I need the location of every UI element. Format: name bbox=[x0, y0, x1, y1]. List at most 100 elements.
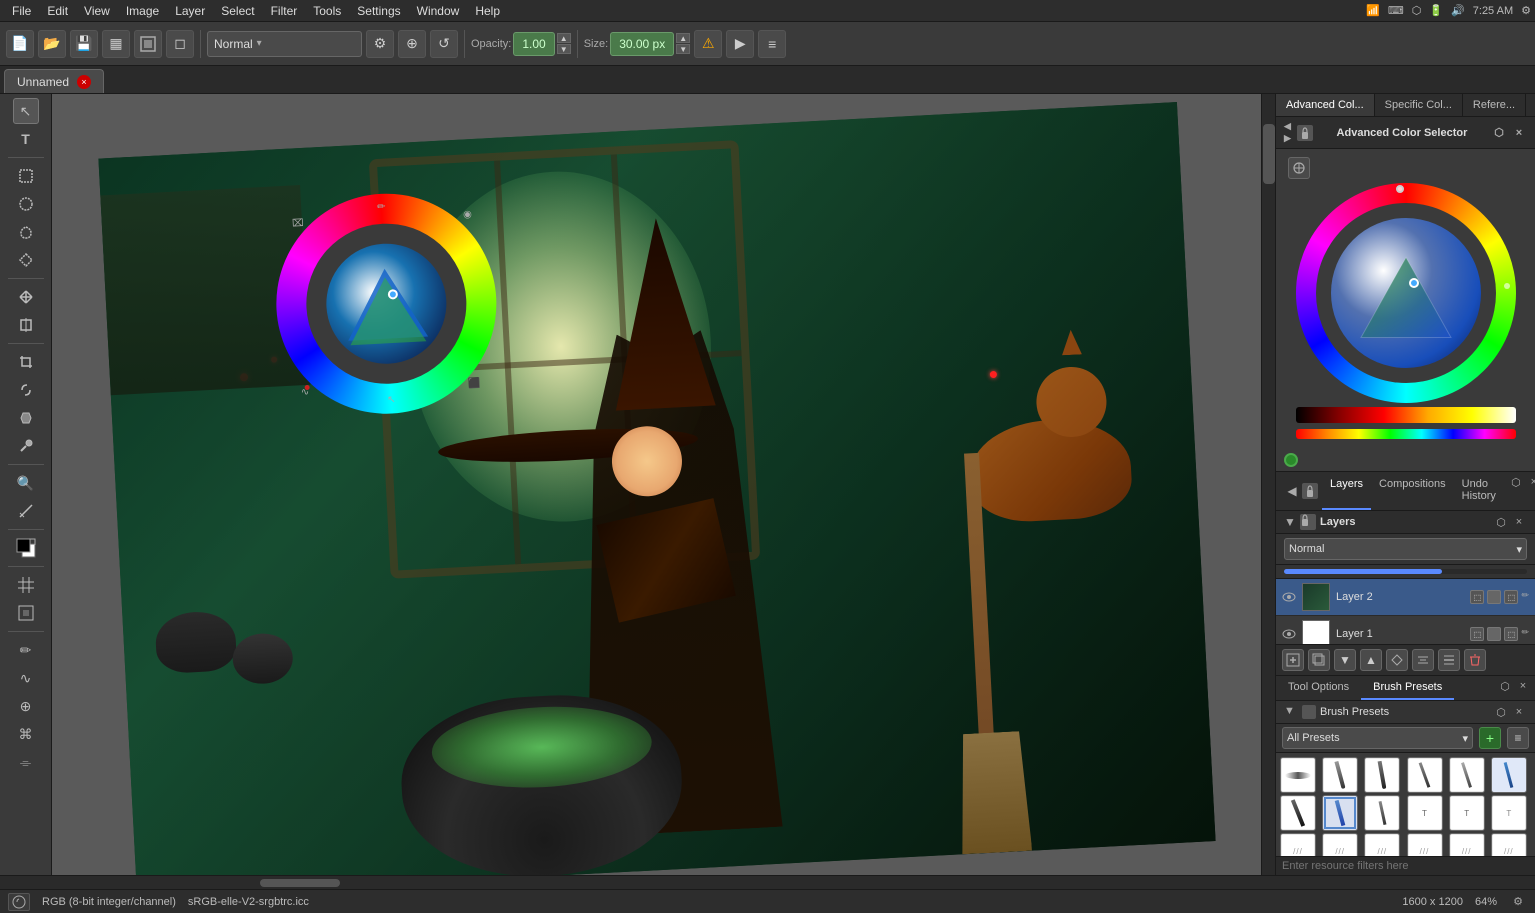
paint-bucket-button[interactable] bbox=[13, 405, 39, 431]
cursor-tool-button[interactable]: ↖ bbox=[13, 98, 39, 124]
scrollbar-thumb-v[interactable] bbox=[1263, 124, 1275, 184]
brush-search-input[interactable] bbox=[1276, 856, 1535, 875]
scrollbar-thumb-h[interactable] bbox=[260, 879, 340, 887]
brush-panel-float2[interactable]: ⬡ bbox=[1493, 704, 1509, 720]
opacity-up[interactable]: ▲ bbox=[557, 33, 571, 43]
menu-window[interactable]: Window bbox=[409, 2, 468, 20]
brush-preset-17[interactable]: /// bbox=[1449, 833, 1485, 856]
brush-preset-15[interactable]: /// bbox=[1364, 833, 1400, 856]
layers-panel-arrow-left[interactable]: ◀ bbox=[1284, 483, 1300, 499]
tool-presets-btn[interactable]: ⊕ bbox=[398, 30, 426, 58]
move-layer-up-btn[interactable]: ▲ bbox=[1360, 649, 1382, 671]
heal-tool-button[interactable]: ⊕ bbox=[13, 693, 39, 719]
size-up[interactable]: ▲ bbox=[676, 33, 690, 43]
layer-1-edit[interactable]: ✏ bbox=[1521, 627, 1529, 641]
brush-preset-11[interactable]: T bbox=[1449, 795, 1485, 831]
menu-filter[interactable]: Filter bbox=[263, 2, 306, 20]
new-button[interactable]: 📄 bbox=[6, 30, 34, 58]
layers-sub-lock[interactable] bbox=[1300, 514, 1316, 530]
warning-btn[interactable]: ⚠ bbox=[694, 30, 722, 58]
brush-preset-14[interactable]: /// bbox=[1322, 833, 1358, 856]
select-region-button[interactable] bbox=[13, 600, 39, 626]
brush-preset-2[interactable] bbox=[1322, 757, 1358, 793]
menu-help[interactable]: Help bbox=[467, 2, 508, 20]
canvas-scrollbar-vertical[interactable] bbox=[1261, 94, 1275, 875]
color-settings-btn[interactable] bbox=[1288, 157, 1310, 179]
layers-sub-float[interactable]: ⬡ bbox=[1493, 514, 1509, 530]
brush-menu-btn[interactable]: ≡ bbox=[1507, 727, 1529, 749]
opacity-spinner[interactable]: ▲ ▼ bbox=[557, 33, 571, 54]
layer-2-icon-3[interactable]: ⬚ bbox=[1504, 590, 1518, 604]
layer-item-2[interactable]: Layer 2 ⬚ ⬚ ✏ bbox=[1276, 579, 1535, 616]
layers-lock-icon[interactable] bbox=[1302, 483, 1318, 499]
brush-panel-float[interactable]: ⬡ bbox=[1497, 678, 1513, 694]
opacity-down[interactable]: ▼ bbox=[557, 44, 571, 54]
panel-close-btn[interactable]: × bbox=[1511, 125, 1527, 141]
refresh-btn[interactable]: ↺ bbox=[430, 30, 458, 58]
tab-brush-presets[interactable]: Brush Presets bbox=[1361, 676, 1454, 700]
layer-1-icon-2[interactable] bbox=[1487, 627, 1501, 641]
brush-arrow[interactable]: ▼ bbox=[1284, 705, 1298, 719]
layers-sub-close[interactable]: × bbox=[1511, 514, 1527, 530]
lasso-select-button[interactable] bbox=[13, 219, 39, 245]
move-tool-button[interactable] bbox=[13, 284, 39, 310]
brush-panel-close[interactable]: × bbox=[1515, 678, 1531, 694]
warp-tool-button[interactable]: ⌘ bbox=[13, 721, 39, 747]
eraser-tool-button[interactable]: ◻ bbox=[166, 30, 194, 58]
move-layer-down-btn[interactable]: ▼ bbox=[1334, 649, 1356, 671]
smudge-tool-button[interactable]: ∿ bbox=[13, 665, 39, 691]
tab-advanced-color[interactable]: Advanced Col... bbox=[1276, 94, 1375, 116]
layer-blend-mode-dropdown[interactable]: Normal ▾ bbox=[1284, 538, 1527, 560]
brush-lock[interactable] bbox=[1302, 705, 1316, 719]
brush-preset-5[interactable] bbox=[1449, 757, 1485, 793]
brush-preset-3[interactable] bbox=[1364, 757, 1400, 793]
anchor-layer-btn[interactable] bbox=[1386, 649, 1408, 671]
hue-bar[interactable] bbox=[1296, 429, 1516, 439]
zoom-tool-button[interactable]: 🔍 bbox=[13, 470, 39, 496]
foreground-bg-colors[interactable] bbox=[13, 535, 39, 561]
layers-arrow-icon[interactable]: ▼ bbox=[1284, 515, 1298, 529]
brush-preset-13[interactable]: /// bbox=[1280, 833, 1316, 856]
brush-preset-10[interactable]: T bbox=[1407, 795, 1443, 831]
tab-compositions[interactable]: Compositions bbox=[1371, 472, 1454, 510]
brush-preset-16[interactable]: /// bbox=[1407, 833, 1443, 856]
merge-layer-btn[interactable] bbox=[1412, 649, 1434, 671]
menu-view[interactable]: View bbox=[76, 2, 118, 20]
flatten-layer-btn[interactable] bbox=[1438, 649, 1460, 671]
statusbar-icon[interactable] bbox=[8, 893, 30, 911]
pattern-button[interactable]: ▦ bbox=[102, 30, 130, 58]
ellipse-select-button[interactable] bbox=[13, 191, 39, 217]
add-layer-btn[interactable] bbox=[1282, 649, 1304, 671]
size-down[interactable]: ▼ bbox=[676, 44, 690, 54]
brush-preset-8[interactable] bbox=[1322, 795, 1358, 831]
tab-tool-options[interactable]: Tool Options bbox=[1276, 676, 1361, 700]
brush-add-button[interactable]: + bbox=[1479, 727, 1501, 749]
brush-preset-6[interactable] bbox=[1491, 757, 1527, 793]
layers-panel-close-btn[interactable]: × bbox=[1526, 474, 1535, 490]
opacity-input[interactable]: 1.00 bbox=[513, 32, 554, 56]
tool-options-btn[interactable]: ⚙ bbox=[366, 30, 394, 58]
layer-2-edit[interactable]: ✏ bbox=[1521, 590, 1529, 604]
blend-mode-dropdown[interactable]: Normal ▾ bbox=[207, 31, 362, 57]
tab-specific-color[interactable]: Specific Col... bbox=[1375, 94, 1463, 116]
inner-selector-dot[interactable] bbox=[1409, 278, 1419, 288]
layer-item-1[interactable]: Layer 1 ⬚ ⬚ ✏ bbox=[1276, 616, 1535, 644]
color-picker-button[interactable] bbox=[13, 433, 39, 459]
canvas-area[interactable]: ✏ ◉ ⬛ ↖ ∿ ⌧ bbox=[52, 94, 1275, 875]
menu-tools[interactable]: Tools bbox=[305, 2, 349, 20]
menu-settings[interactable]: Settings bbox=[349, 2, 408, 20]
save-button[interactable]: 💾 bbox=[70, 30, 98, 58]
menu-image[interactable]: Image bbox=[118, 2, 167, 20]
menu-layer[interactable]: Layer bbox=[167, 2, 213, 20]
canvas-scrollbar-horizontal[interactable] bbox=[0, 875, 1535, 889]
artwork-canvas[interactable] bbox=[98, 102, 1215, 875]
path-select-button[interactable]: ⌯ bbox=[13, 749, 39, 775]
color-wheel-widget[interactable] bbox=[1296, 183, 1516, 403]
brush-filter-dropdown[interactable]: All Presets ▾ bbox=[1282, 727, 1473, 749]
color-wheel-canvas-overlay[interactable]: ✏ ◉ ⬛ ↖ ∿ ⌧ bbox=[270, 188, 501, 419]
brush-preset-9[interactable] bbox=[1364, 795, 1400, 831]
text-tool-button[interactable]: T bbox=[13, 126, 39, 152]
panel-lock-icon[interactable] bbox=[1297, 125, 1313, 141]
color-selector-inner[interactable] bbox=[1331, 218, 1481, 368]
layer-visibility-2[interactable] bbox=[1282, 590, 1296, 604]
